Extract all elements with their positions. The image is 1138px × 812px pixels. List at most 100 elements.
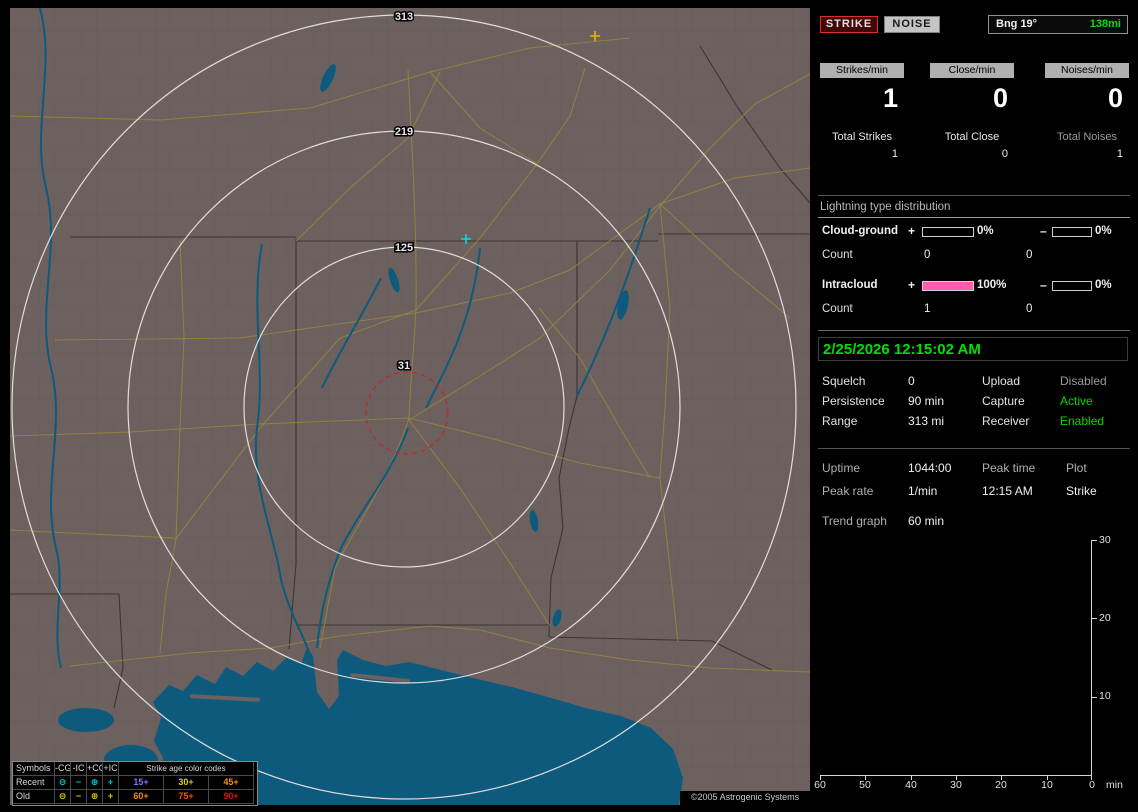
- receiver-value: Enabled: [1060, 414, 1105, 428]
- legend-row-old-label: Old: [13, 790, 55, 804]
- minus-sign: –: [1040, 278, 1047, 292]
- peak-time-value: 12:15 AM: [982, 484, 1033, 498]
- minus-sign: –: [1040, 224, 1047, 238]
- recent-neg-ic-icon: −: [71, 776, 87, 790]
- graph-x-30: 30: [950, 779, 962, 791]
- cg-count-plus: 0: [924, 249, 931, 261]
- trend-graph-value: 60 min: [908, 514, 945, 528]
- cg-plus-pct: 0%: [977, 225, 994, 237]
- age-45: 45+: [209, 776, 254, 790]
- legend-symbols-header: Symbols: [13, 762, 55, 776]
- strikes-per-min-header: Strikes/min: [820, 63, 904, 78]
- old-pos-ic-icon: +: [103, 790, 119, 804]
- squelch-value: 0: [908, 374, 915, 388]
- age-15: 15+: [119, 776, 164, 790]
- age-60: 60+: [119, 790, 164, 804]
- plot-value: Strike: [1066, 484, 1097, 498]
- plus-sign: +: [908, 278, 916, 292]
- peak-rate-label: Peak rate: [822, 484, 874, 498]
- trend-graph-label: Trend graph: [822, 514, 887, 528]
- legend-age-header: Strike age color codes: [119, 762, 254, 776]
- plot-label: Plot: [1066, 461, 1087, 475]
- squelch-label: Squelch: [822, 374, 866, 388]
- map-canvas: 313 219 125 31: [9, 7, 811, 805]
- ic-minus-pct: 0%: [1095, 279, 1112, 291]
- datetime-value: 2/25/2026 12:15:02 AM: [823, 341, 981, 358]
- noises-per-min-header: Noises/min: [1045, 63, 1129, 78]
- persistence-label: Persistence: [822, 394, 885, 408]
- legend-col-neg-cg: -CG: [55, 762, 71, 776]
- intracloud-label: Intracloud: [822, 279, 878, 291]
- bearing-distance: 138mi: [1089, 18, 1121, 30]
- ring-label-219: 219: [395, 126, 413, 138]
- ic-plus-bar: [922, 281, 974, 291]
- divider: [818, 330, 1130, 331]
- copyright-text: ©2005 Astrogenic Systems: [680, 791, 810, 805]
- range-label: Range: [822, 414, 858, 428]
- graph-y-10: 10: [1099, 690, 1111, 702]
- divider: [818, 217, 1130, 218]
- ic-count-label: Count: [822, 303, 853, 315]
- legend-row-recent-label: Recent: [13, 776, 55, 790]
- old-neg-ic-icon: −: [71, 790, 87, 804]
- strike-indicator-button[interactable]: STRIKE: [820, 16, 878, 33]
- noises-per-min-value: 0: [1107, 83, 1123, 113]
- graph-x-60: 60: [814, 779, 826, 791]
- trend-graph: [820, 540, 1097, 780]
- graph-x-10: 10: [1041, 779, 1053, 791]
- receiver-label: Receiver: [982, 414, 1030, 428]
- graph-x-0: 0: [1089, 779, 1095, 791]
- graph-y-30: 30: [1099, 534, 1111, 546]
- upload-label: Upload: [982, 374, 1021, 388]
- ring-label-31: 31: [398, 360, 410, 372]
- close-per-min-header: Close/min: [930, 63, 1014, 78]
- total-strikes-label: Total Strikes: [832, 131, 892, 143]
- divider: [818, 195, 1130, 196]
- datetime-box: 2/25/2026 12:15:02 AM: [818, 337, 1128, 361]
- graph-x-20: 20: [995, 779, 1007, 791]
- recent-pos-ic-icon: +: [103, 776, 119, 790]
- legend-col-neg-ic: -IC: [71, 762, 87, 776]
- cg-count-minus: 0: [1026, 249, 1033, 261]
- recent-pos-cg-icon: ⊕: [87, 776, 103, 790]
- capture-label: Capture: [982, 394, 1025, 408]
- total-strikes-value: 1: [891, 148, 898, 160]
- graph-x-40: 40: [905, 779, 917, 791]
- plus-sign: +: [908, 224, 916, 238]
- status-panel: STRIKE NOISE Bng 19° 138mi Strikes/min C…: [814, 0, 1138, 812]
- bearing-box: Bng 19° 138mi: [988, 15, 1128, 34]
- graph-y-20: 20: [1099, 612, 1111, 624]
- old-pos-cg-icon: ⊕: [87, 790, 103, 804]
- ic-minus-bar: [1052, 281, 1092, 291]
- divider: [818, 448, 1130, 449]
- graph-x-unit: min: [1106, 779, 1123, 791]
- uptime-value: 1044:00: [908, 461, 952, 475]
- bearing-value: Bng 19°: [996, 18, 1038, 30]
- cg-minus-pct: 0%: [1095, 225, 1112, 237]
- strikes-per-min-value: 1: [882, 83, 898, 113]
- legend-col-pos-cg: +CG: [87, 762, 103, 776]
- age-30: 30+: [164, 776, 209, 790]
- ring-label-125: 125: [395, 242, 413, 254]
- old-neg-cg-icon: ⊖: [55, 790, 71, 804]
- total-close-label: Total Close: [944, 131, 1000, 143]
- noise-indicator-button[interactable]: NOISE: [884, 16, 940, 33]
- ring-label-313: 313: [395, 11, 413, 23]
- total-noises-value: 1: [1116, 148, 1123, 160]
- recent-neg-cg-icon: ⊖: [55, 776, 71, 790]
- ic-count-minus: 0: [1026, 303, 1033, 315]
- upload-value: Disabled: [1060, 374, 1107, 388]
- ic-plus-pct: 100%: [977, 279, 1007, 291]
- map-legend: Symbols -CG -IC +CG +IC Strike age color…: [12, 761, 258, 806]
- total-noises-label: Total Noises: [1057, 131, 1117, 143]
- age-90: 90+: [209, 790, 254, 804]
- ic-count-plus: 1: [924, 303, 931, 315]
- capture-value: Active: [1060, 394, 1093, 408]
- cloud-ground-label: Cloud-ground: [822, 225, 899, 237]
- graph-x-50: 50: [859, 779, 871, 791]
- cg-plus-bar: [922, 227, 974, 237]
- persistence-value: 90 min: [908, 394, 945, 408]
- close-per-min-value: 0: [992, 83, 1008, 113]
- peak-time-label: Peak time: [982, 461, 1036, 475]
- uptime-label: Uptime: [822, 461, 861, 475]
